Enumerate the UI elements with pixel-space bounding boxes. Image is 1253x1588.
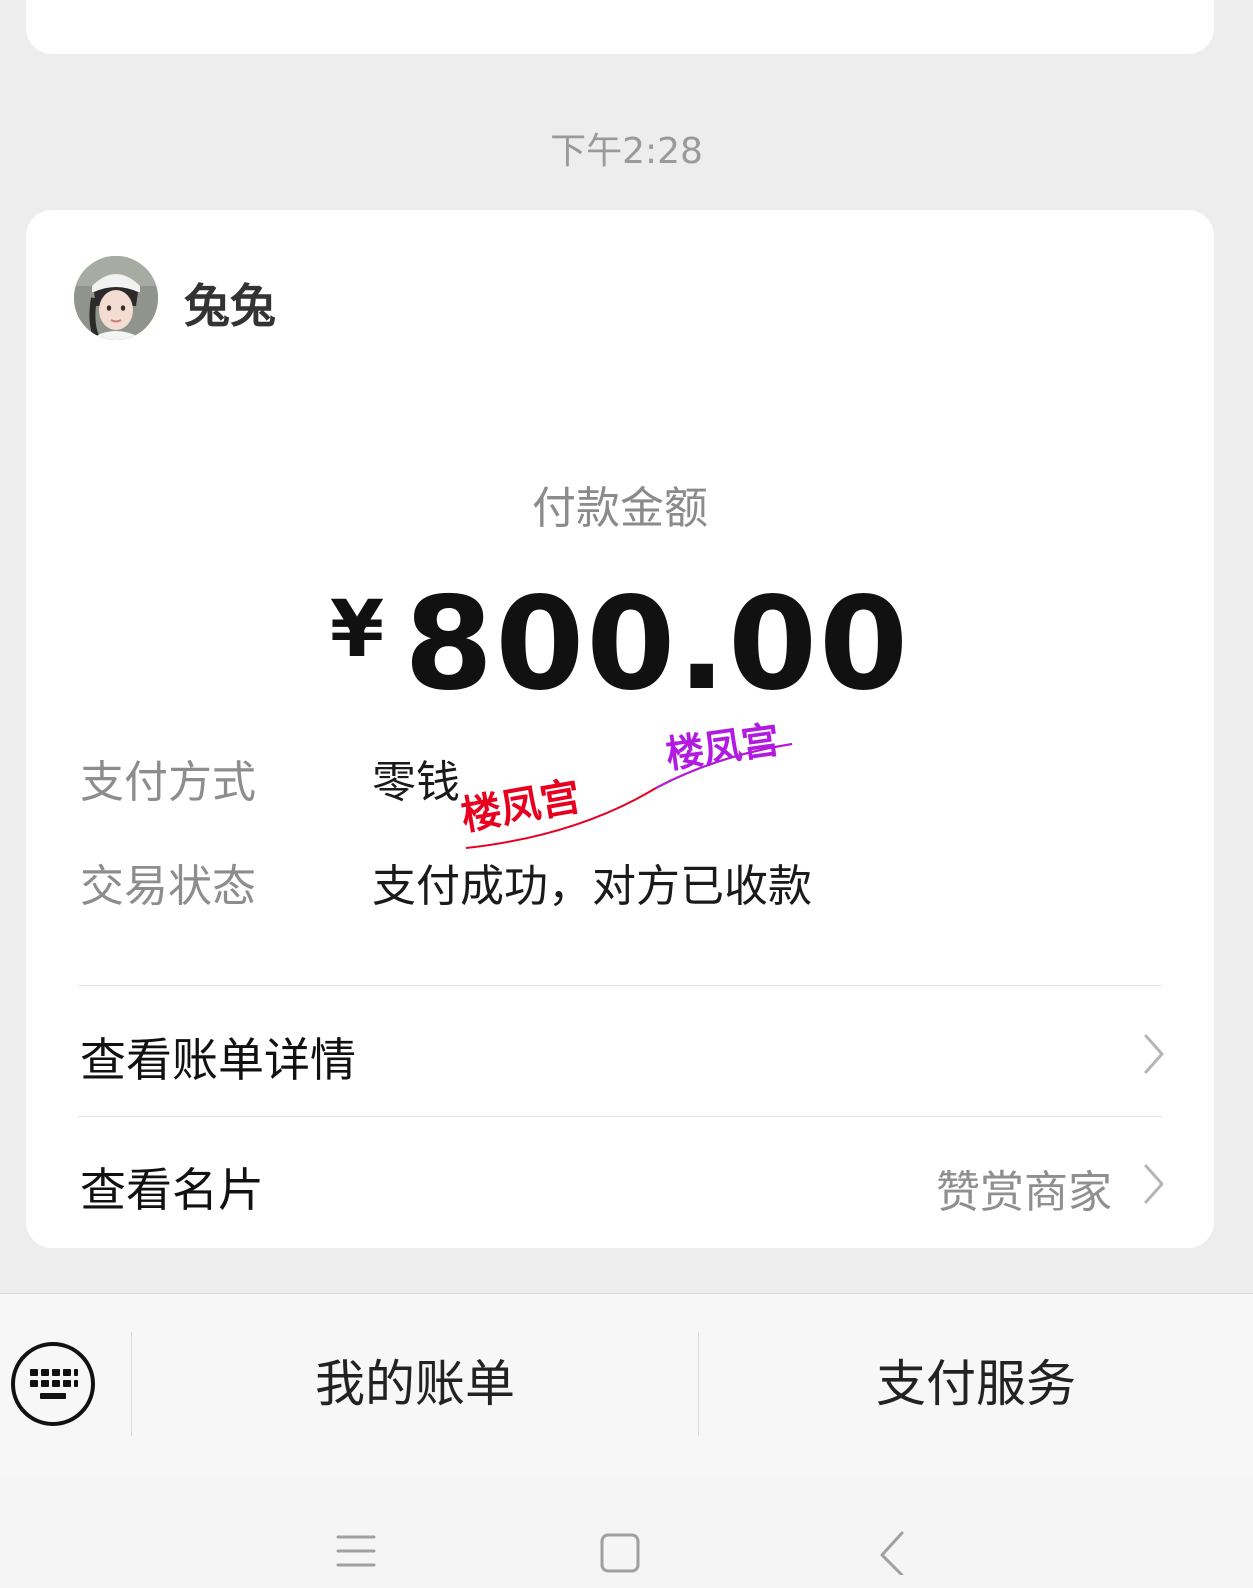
message-timestamp: 下午2:28 <box>550 131 703 172</box>
payment-method-label: 支付方式 <box>80 757 256 808</box>
back-icon[interactable] <box>872 1531 916 1575</box>
watermark-text-purple: 楼凤宫 <box>663 717 782 776</box>
watermark: 楼凤宫 楼凤宫 <box>458 717 793 849</box>
menu-icon[interactable] <box>334 1531 378 1575</box>
payment-amount: ¥800.00 <box>26 570 1214 719</box>
divider <box>78 1116 1162 1117</box>
amount-value: 800.00 <box>404 570 911 719</box>
currency-symbol: ¥ <box>329 585 385 675</box>
watermark-text-red: 楼凤宫 <box>458 774 584 840</box>
view-business-card-row[interactable]: 查看名片 赞赏商家 <box>78 1118 1168 1246</box>
sender-name: 兔兔 <box>184 279 276 333</box>
payment-card[interactable]: 兔兔 付款金额 ¥800.00 支付方式 零钱 交易状态 支付成功，对方已收款 … <box>26 210 1214 1248</box>
my-bills-button[interactable]: 我的账单 <box>132 1294 698 1475</box>
view-bill-details-row[interactable]: 查看账单详情 <box>78 988 1168 1116</box>
chat-toolbar: 我的账单 支付服务 <box>0 1293 1253 1476</box>
avatar-image <box>74 256 158 340</box>
home-icon[interactable] <box>598 1531 642 1575</box>
keyboard-icon[interactable] <box>10 1341 96 1427</box>
divider <box>78 985 1162 986</box>
payment-method-value: 零钱 <box>372 757 460 808</box>
reward-merchant-label: 赞赏商家 <box>936 1167 1112 1218</box>
transaction-status-label: 交易状态 <box>80 861 256 912</box>
chevron-right-icon <box>1144 1164 1164 1204</box>
system-nav-bar <box>0 1475 1253 1588</box>
avatar[interactable] <box>74 256 158 340</box>
transaction-status-value: 支付成功，对方已收款 <box>372 861 812 912</box>
view-business-card-label: 查看名片 <box>80 1163 264 1217</box>
previous-message-card <box>26 0 1214 54</box>
payment-services-button[interactable]: 支付服务 <box>699 1294 1253 1475</box>
chevron-right-icon <box>1144 1034 1164 1074</box>
view-bill-details-label: 查看账单详情 <box>80 1033 356 1087</box>
amount-label: 付款金额 <box>532 483 708 534</box>
